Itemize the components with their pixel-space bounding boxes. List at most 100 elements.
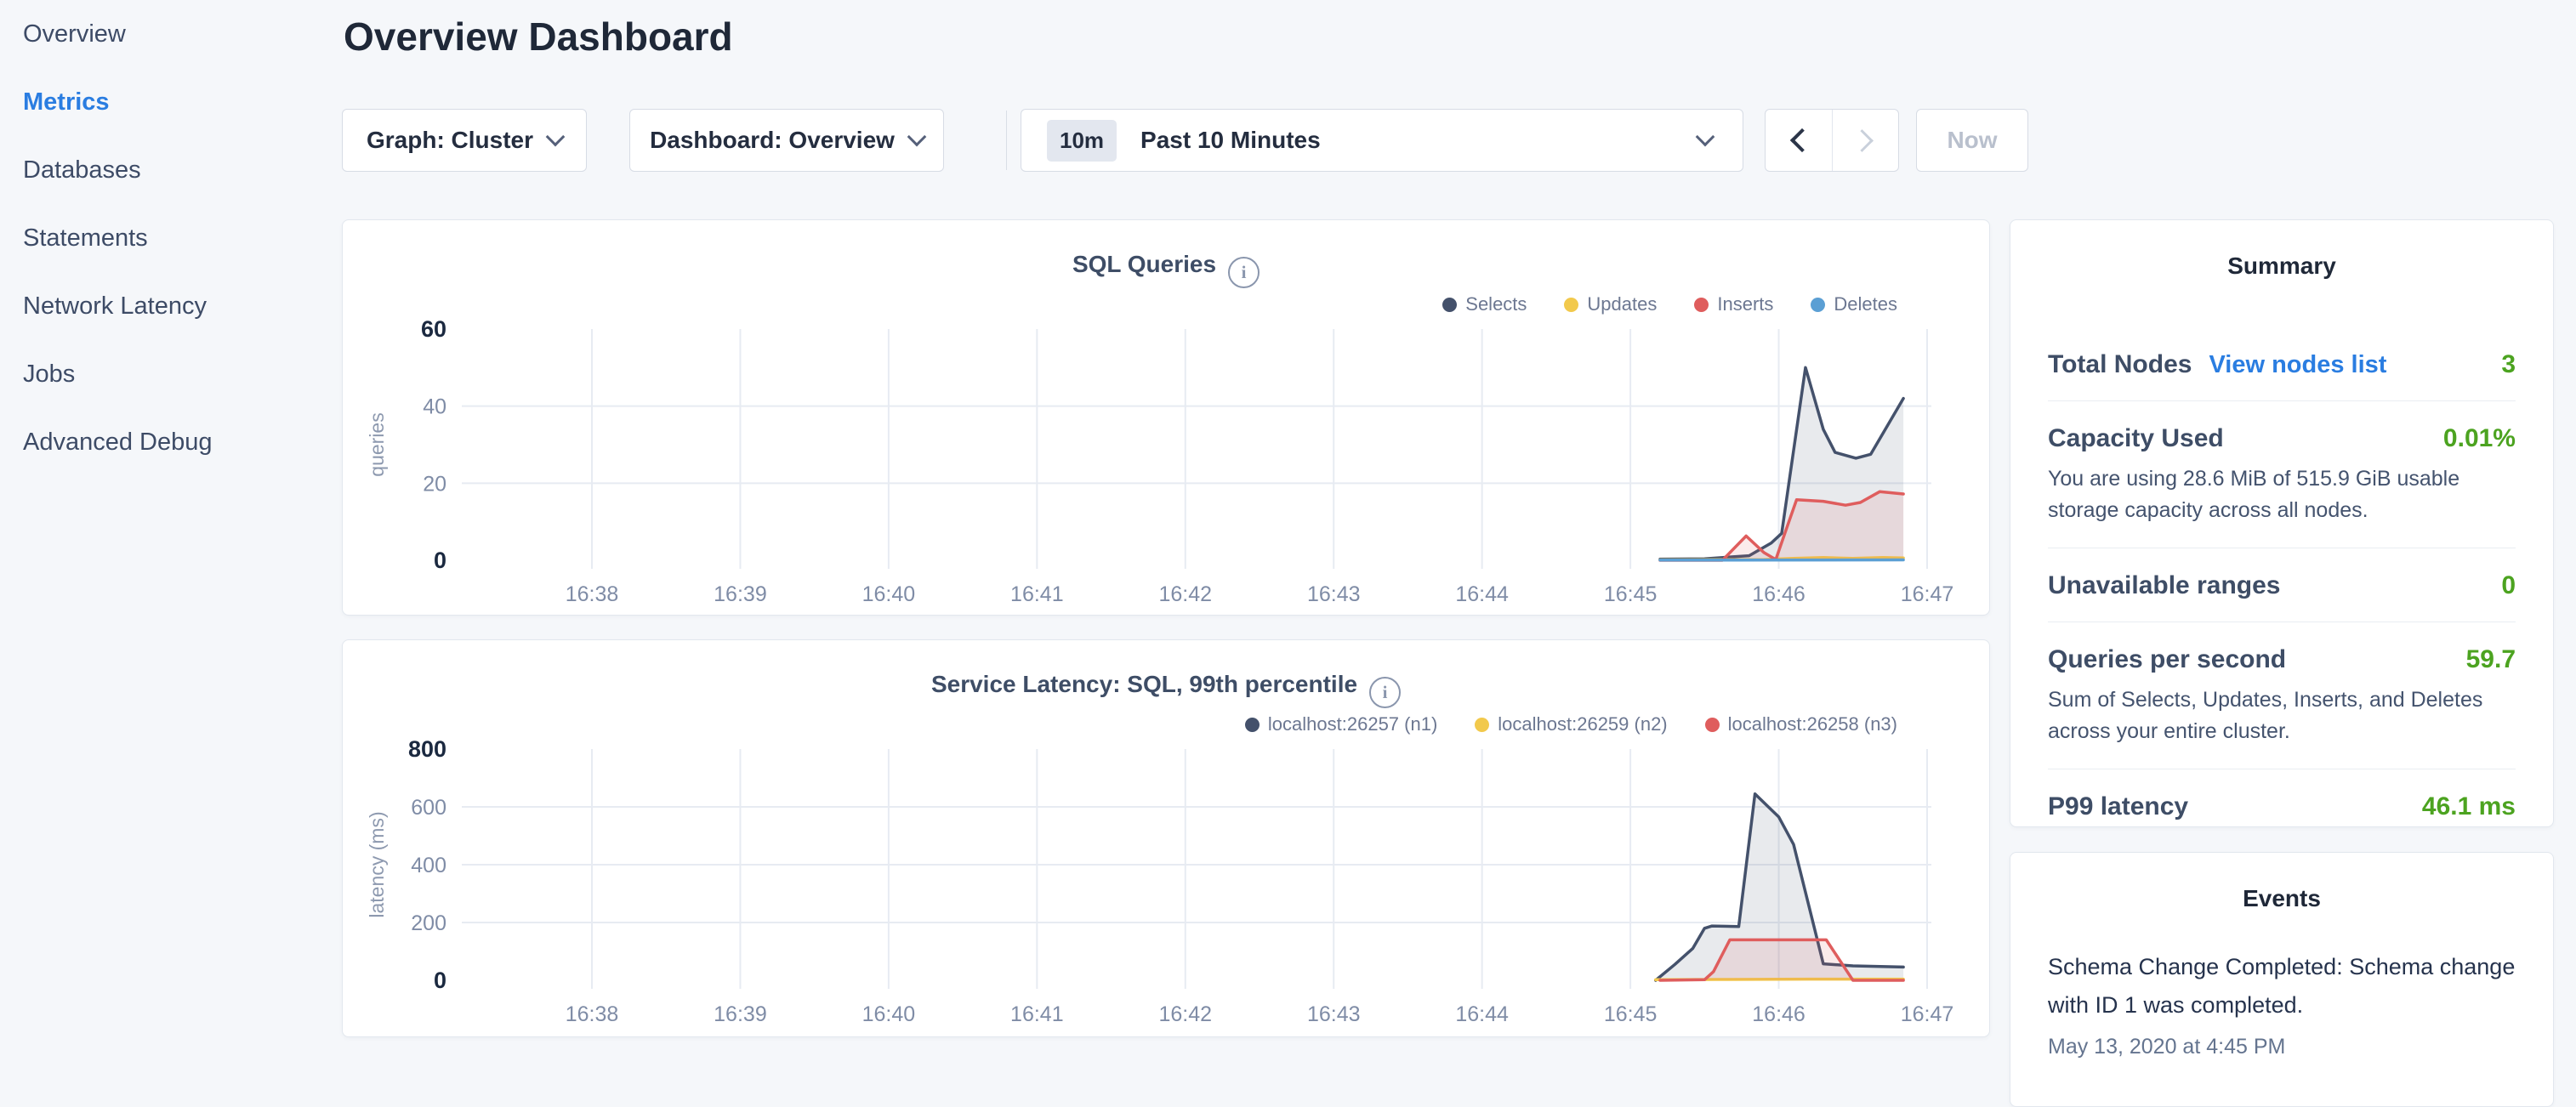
time-range-badge: 10m [1047,120,1117,162]
time-step-buttons [1765,109,1899,172]
x-tick-label: 16:46 [1752,1002,1805,1026]
summary-row-description: You are using 28.6 MiB of 515.9 GiB usab… [2048,463,2516,526]
x-tick-label: 16:45 [1604,582,1658,606]
legend-item[interactable]: localhost:26257 (n1) [1245,713,1437,735]
time-range-dropdown[interactable]: 10m Past 10 Minutes [1021,109,1743,172]
x-tick-label: 16:47 [1901,1002,1954,1026]
y-axis-label: latency (ms) [366,811,388,917]
sql-queries-chart-card: SQL Queries i Selects Updates Inserts Delete… [342,219,1990,616]
legend-item[interactable]: Selects [1442,293,1527,315]
x-tick-label: 16:44 [1455,582,1509,606]
legend-item[interactable]: Deletes [1811,293,1897,315]
x-tick-label: 16:42 [1158,582,1212,606]
event-timestamp: May 13, 2020 at 4:45 PM [2048,1035,2516,1059]
legend-label: localhost:26259 (n2) [1498,713,1667,735]
sidebar: OverviewMetricsDatabasesStatementsNetwor… [0,0,340,1051]
page-title: Overview Dashboard [344,14,733,60]
x-tick-label: 16:43 [1307,1002,1361,1026]
summary-row: Queries per second59.7Sum of Selects, Up… [2048,622,2516,769]
summary-panel: Summary Total Nodes View nodes list 3 Capac… [2010,219,2554,827]
y-tick-label: 20 [423,472,446,496]
sidebar-item-advanced-debug[interactable]: Advanced Debug [0,408,340,476]
chart-title-row: SQL Queries i [343,251,1989,288]
service-latency-chart-card: Service Latency: SQL, 99th percentilei l… [342,639,1990,1037]
summary-row-value: 0 [2501,571,2516,600]
chart-legend: localhost:26257 (n1) localhost:26259 (n2)… [1245,713,1897,735]
x-tick-label: 16:39 [714,1002,767,1026]
sql-queries-chart[interactable]: 16:3816:3916:4016:4116:4216:4316:4416:45… [343,314,1991,611]
legend-dot-icon [1564,298,1578,312]
event-text: Schema Change Completed: Schema change w… [2048,948,2516,1025]
x-tick-label: 16:43 [1307,582,1361,606]
x-tick-label: 16:47 [1901,582,1954,606]
summary-row-value: 59.7 [2466,645,2516,674]
y-tick-label: 200 [411,911,446,935]
legend-dot-icon [1811,298,1825,312]
graph-dropdown-label: Graph: Cluster [367,127,533,154]
x-tick-label: 16:38 [566,1002,619,1026]
legend-label: Updates [1587,293,1657,315]
chevron-down-icon [1696,128,1715,147]
chevron-left-icon [1790,128,1814,152]
sidebar-item-overview[interactable]: Overview [0,0,340,68]
summary-row: Unavailable ranges 0 [2048,548,2516,622]
legend-label: localhost:26258 (n3) [1728,713,1897,735]
sidebar-item-statements[interactable]: Statements [0,204,340,272]
chevron-down-icon [546,128,566,147]
event-item[interactable]: Schema Change Completed: Schema change w… [2048,948,2516,1059]
info-icon[interactable]: i [1228,257,1260,288]
dashboard-dropdown[interactable]: Dashboard: Overview [629,109,944,172]
graph-dropdown[interactable]: Graph: Cluster [342,109,587,172]
x-tick-label: 16:41 [1010,582,1064,606]
summary-row: P99 latency 46.1 ms [2048,769,2516,843]
service-latency-chart[interactable]: 16:3816:3916:4016:4116:4216:4316:4416:45… [343,734,1991,1031]
summary-row-label: Unavailable ranges [2048,571,2280,600]
y-tick-label: 40 [423,395,446,419]
now-button[interactable]: Now [1916,109,2028,172]
sidebar-item-network-latency[interactable]: Network Latency [0,272,340,340]
time-forward-button[interactable] [1832,110,1899,171]
summary-row-label: Total Nodes [2048,350,2192,379]
legend-dot-icon [1475,718,1489,732]
dashboard-dropdown-label: Dashboard: Overview [650,127,895,154]
legend-label: Deletes [1834,293,1897,315]
y-tick-label: 400 [411,854,446,877]
legend-item[interactable]: localhost:26258 (n3) [1705,713,1897,735]
time-range-label: Past 10 Minutes [1140,127,1321,154]
now-button-label: Now [1947,127,1997,154]
x-tick-label: 16:41 [1010,1002,1064,1026]
legend-label: Inserts [1717,293,1773,315]
legend-dot-icon [1705,718,1720,732]
y-tick-label: 60 [421,316,446,342]
y-tick-label: 800 [408,736,446,762]
summary-row-label: P99 latency [2048,792,2188,821]
time-back-button[interactable] [1766,110,1832,171]
y-tick-label: 600 [411,796,446,820]
legend-item[interactable]: localhost:26259 (n2) [1475,713,1667,735]
y-tick-label: 0 [434,548,446,573]
summary-row-value: 46.1 ms [2422,792,2516,821]
legend-label: Selects [1465,293,1527,315]
legend-dot-icon [1245,718,1260,732]
legend-item[interactable]: Updates [1564,293,1657,315]
x-tick-label: 16:46 [1752,582,1805,606]
events-title: Events [2048,853,2516,912]
summary-row-value: 0.01% [2443,424,2516,453]
sidebar-item-metrics[interactable]: Metrics [0,68,340,136]
chevron-right-icon [1851,129,1874,152]
summary-row-value: 3 [2501,350,2516,379]
summary-row-label: Capacity Used [2048,424,2224,453]
sidebar-item-databases[interactable]: Databases [0,136,340,204]
summary-title: Summary [2048,220,2516,280]
summary-row: Capacity Used 0.01% You are using 28.6 MiB… [2048,400,2516,548]
legend-dot-icon [1442,298,1457,312]
legend-item[interactable]: Inserts [1694,293,1773,315]
view-nodes-link[interactable]: View nodes list [2209,351,2386,379]
x-tick-label: 16:45 [1604,1002,1658,1026]
summary-row: Total Nodes View nodes list 3 [2048,327,2516,400]
summary-row-label: Queries per second [2048,645,2286,674]
sidebar-item-jobs[interactable]: Jobs [0,340,340,408]
x-tick-label: 16:42 [1158,1002,1212,1026]
info-icon[interactable]: i [1369,677,1401,708]
chart-title: SQL Queries [1072,251,1216,277]
